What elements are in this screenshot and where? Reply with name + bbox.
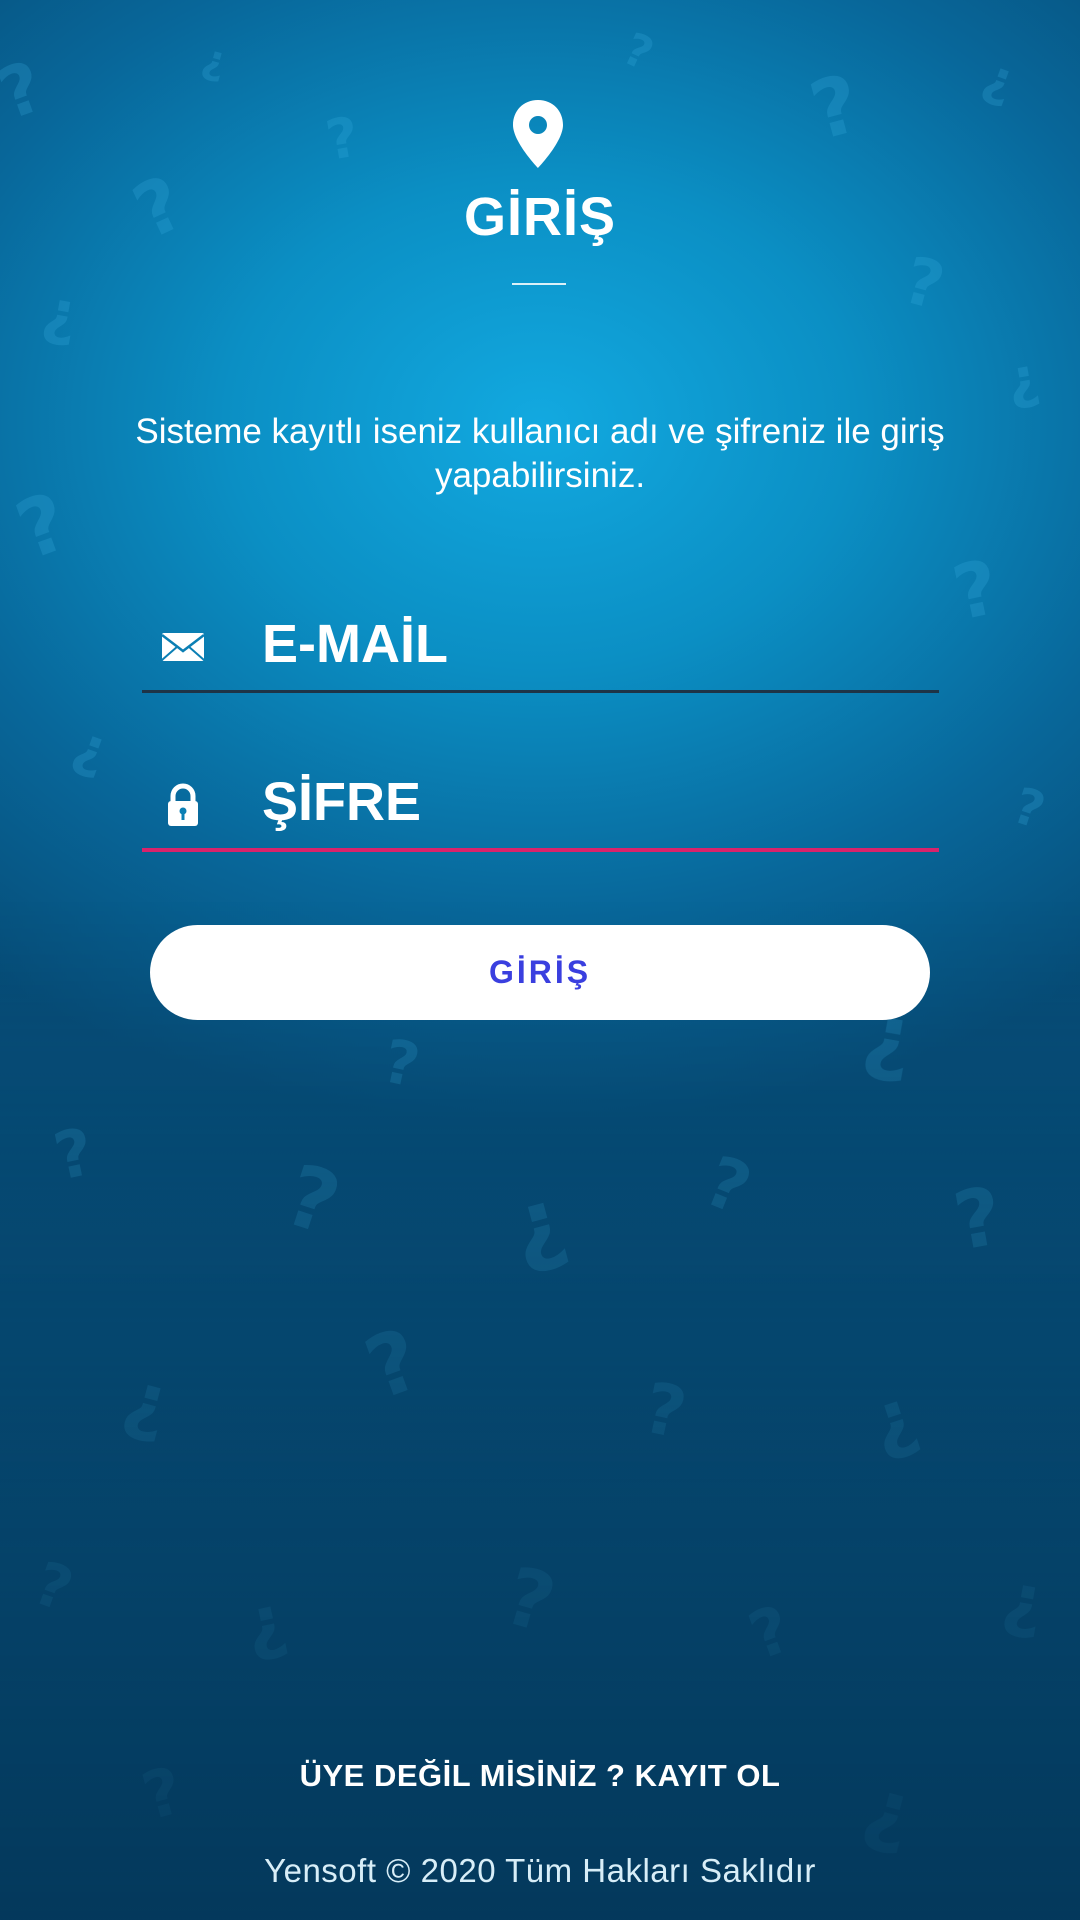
svg-text:?: ? <box>48 1114 100 1195</box>
svg-text:¿: ¿ <box>997 1556 1051 1644</box>
email-field[interactable] <box>142 594 939 693</box>
map-pin-icon <box>513 100 563 168</box>
svg-text:¿: ¿ <box>236 1578 293 1667</box>
svg-text:¿: ¿ <box>37 276 83 351</box>
password-input[interactable] <box>262 766 902 838</box>
svg-text:?: ? <box>495 1549 565 1651</box>
page-title: GİRİŞ <box>463 187 617 247</box>
svg-text:?: ? <box>896 243 952 325</box>
copyright-footer: Yensoft © 2020 Tüm Hakları Saklıdır <box>264 1852 816 1889</box>
svg-text:?: ? <box>740 1592 801 1675</box>
svg-text:?: ? <box>636 1366 693 1455</box>
svg-text:¿: ¿ <box>1001 344 1044 413</box>
svg-text:?: ? <box>694 1140 762 1231</box>
svg-text:?: ? <box>1006 776 1052 840</box>
svg-text:?: ? <box>353 1310 433 1420</box>
register-link[interactable]: ÜYE DEĞİL MİSİNİZ ? KAYIT OL <box>0 1758 1080 1794</box>
svg-text:¿: ¿ <box>976 47 1023 111</box>
email-input[interactable] <box>262 608 902 680</box>
svg-text:?: ? <box>5 475 80 578</box>
svg-text:?: ? <box>0 45 54 136</box>
login-button[interactable]: GİRİŞ <box>150 925 930 1020</box>
svg-text:?: ? <box>274 1146 351 1255</box>
svg-text:?: ? <box>947 1169 1009 1269</box>
envelope-icon <box>161 633 205 661</box>
svg-text:¿: ¿ <box>197 35 231 85</box>
svg-text:?: ? <box>25 1548 82 1626</box>
svg-text:?: ? <box>945 542 1006 637</box>
svg-text:¿: ¿ <box>858 1370 927 1467</box>
login-instructions: Sisteme kayıtlı iseniz kullanıcı adı ve … <box>135 412 945 495</box>
svg-text:¿: ¿ <box>66 712 118 783</box>
svg-text:?: ? <box>615 22 661 81</box>
svg-text:?: ? <box>801 57 870 159</box>
svg-text:¿: ¿ <box>115 1352 180 1448</box>
svg-text:¿: ¿ <box>499 1166 577 1281</box>
svg-text:?: ? <box>321 104 364 173</box>
title-divider <box>512 283 566 285</box>
svg-text:?: ? <box>377 1026 426 1102</box>
password-field[interactable] <box>142 752 939 852</box>
lock-icon <box>168 783 198 826</box>
